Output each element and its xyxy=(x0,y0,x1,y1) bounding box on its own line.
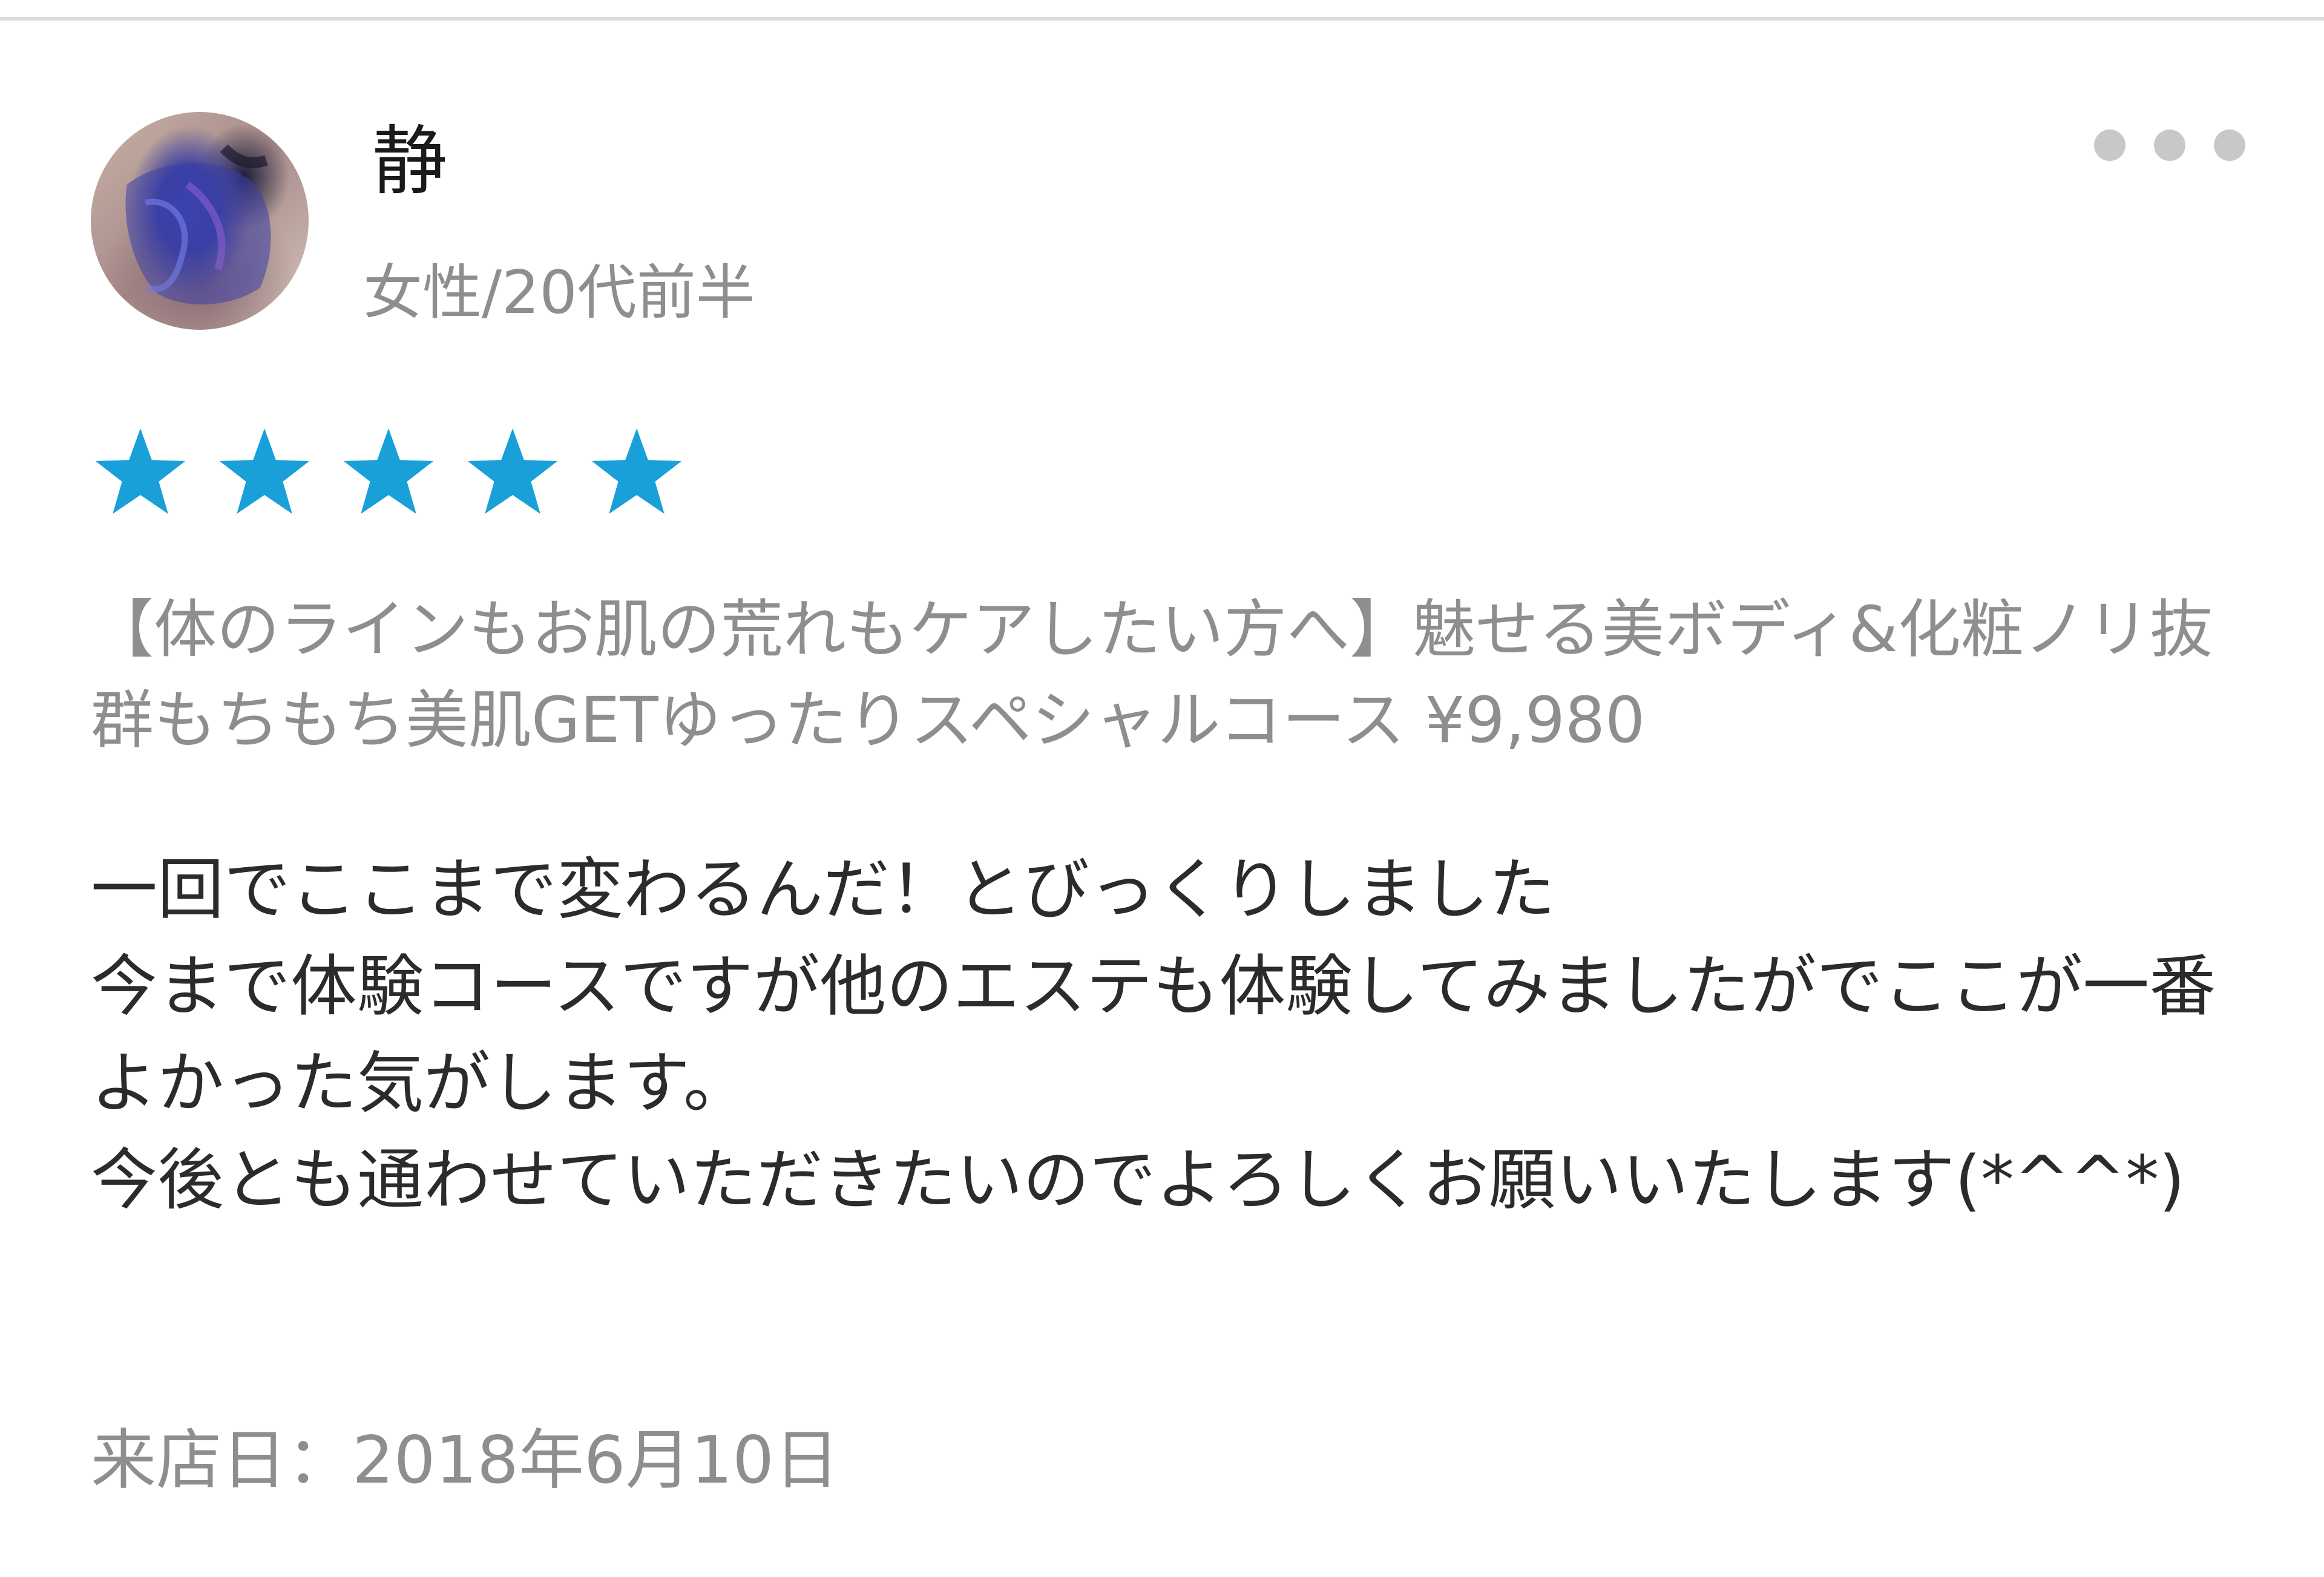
star-icon xyxy=(591,428,682,514)
more-horizontal-icon-dot xyxy=(2154,130,2185,161)
visit-date: 来店日：2018年6月10日 xyxy=(91,1423,839,1498)
star-icon xyxy=(343,428,434,514)
user-demographic: 女性/20代前半 xyxy=(363,258,755,327)
user-name: 静 xyxy=(372,118,448,205)
star-icon xyxy=(467,428,558,514)
more-horizontal-icon-dot xyxy=(2214,130,2245,161)
star-icon xyxy=(95,428,186,514)
review-text: 一回でここまで変わるんだ！とびっくりしました 今まで体験コースですが他のエステも… xyxy=(91,851,2216,1219)
avatar-image xyxy=(125,144,271,305)
avatar[interactable] xyxy=(91,112,309,330)
review-card: 静 女性/20代前半 【体のラインもお肌の荒れもケアしたい方へ】魅せる美ボディ&… xyxy=(0,0,2324,1577)
divider xyxy=(0,17,2324,21)
star-rating xyxy=(91,424,711,523)
more-options-button[interactable] xyxy=(2094,127,2245,163)
more-horizontal-icon xyxy=(2094,130,2125,161)
star-icon xyxy=(219,428,310,514)
course-title[interactable]: 【体のラインもお肌の荒れもケアしたい方へ】魅せる美ボディ&化粧ノリ抜群もちもち美… xyxy=(91,584,2245,766)
